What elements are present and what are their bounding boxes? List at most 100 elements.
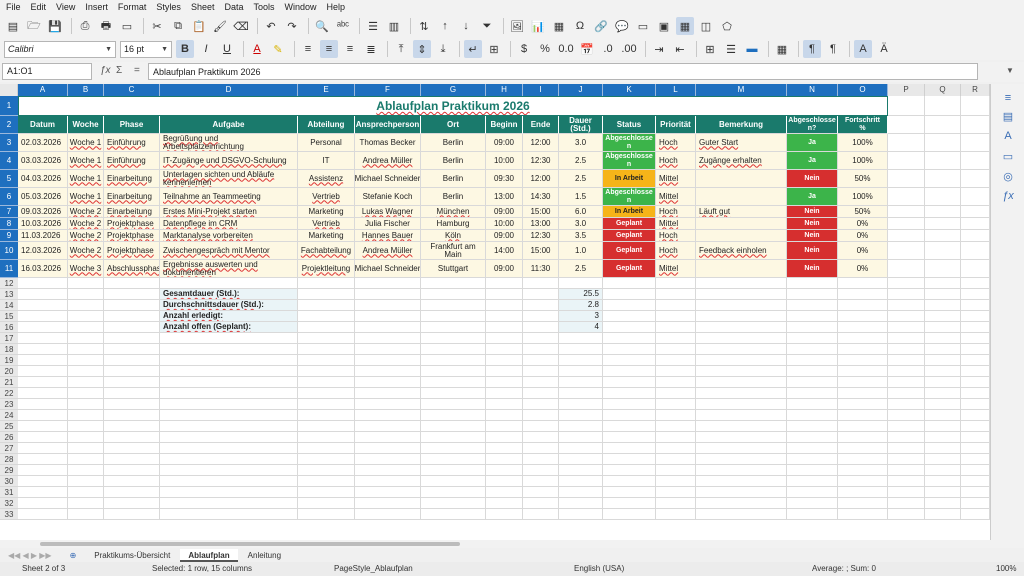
empty-cell[interactable] xyxy=(298,278,355,289)
empty-cell[interactable] xyxy=(298,487,355,498)
empty-cell[interactable] xyxy=(888,322,925,333)
empty-cell[interactable] xyxy=(603,278,656,289)
functions-icon[interactable]: ƒx xyxy=(1001,190,1015,204)
empty-cell[interactable] xyxy=(18,487,68,498)
row-header[interactable]: 9 xyxy=(0,230,18,242)
data-cell[interactable]: Berlin xyxy=(421,134,486,152)
empty-cell[interactable] xyxy=(18,388,68,399)
language[interactable]: English (USA) xyxy=(574,564,624,573)
empty-cell[interactable] xyxy=(656,509,696,520)
empty-cell[interactable] xyxy=(656,399,696,410)
empty-cell[interactable] xyxy=(925,333,961,344)
empty-cell[interactable] xyxy=(787,410,838,421)
empty-cell[interactable] xyxy=(787,366,838,377)
completed-badge[interactable]: Nein xyxy=(787,230,838,242)
data-cell[interactable]: 2.5 xyxy=(559,260,603,278)
conditional-format-icon[interactable]: ▦ xyxy=(773,40,791,58)
summary-value[interactable]: 25.5 xyxy=(559,289,603,300)
empty-cell[interactable] xyxy=(355,509,421,520)
data-cell[interactable]: 05.03.2026 xyxy=(18,188,68,206)
increase-indent-icon[interactable]: ⇥ xyxy=(650,40,668,58)
image-icon[interactable]: 🖼 xyxy=(508,17,526,35)
empty-cell[interactable] xyxy=(421,377,486,388)
align-top-icon[interactable]: ⤒ xyxy=(392,40,410,58)
data-cell[interactable]: Teilnahme an Teammeeting xyxy=(160,188,298,206)
empty-cell[interactable] xyxy=(961,388,990,399)
empty-cell[interactable] xyxy=(298,498,355,509)
empty-cell[interactable] xyxy=(160,432,298,443)
empty-cell[interactable] xyxy=(104,377,160,388)
data-cell[interactable]: 09:00 xyxy=(486,134,523,152)
empty-cell[interactable] xyxy=(486,311,523,322)
data-cell[interactable]: 100% xyxy=(838,188,888,206)
data-cell[interactable]: Berlin xyxy=(421,188,486,206)
empty-cell[interactable] xyxy=(888,311,925,322)
empty-cell[interactable] xyxy=(160,399,298,410)
empty-cell[interactable] xyxy=(888,333,925,344)
empty-cell[interactable] xyxy=(656,388,696,399)
data-cell[interactable]: Andrea Müller xyxy=(355,242,421,260)
empty-cell[interactable] xyxy=(961,278,990,289)
empty-cell[interactable] xyxy=(603,322,656,333)
empty-cell[interactable] xyxy=(421,388,486,399)
empty-cell[interactable] xyxy=(18,399,68,410)
column-title-cell[interactable]: Bemerkung xyxy=(696,116,787,134)
empty-cell[interactable] xyxy=(523,476,559,487)
align-left-icon[interactable]: ≡ xyxy=(299,40,317,58)
column-header-r[interactable]: R xyxy=(961,84,990,96)
comment-icon[interactable]: 💬 xyxy=(613,17,631,35)
data-cell[interactable]: 0% xyxy=(838,260,888,278)
empty-cell[interactable] xyxy=(787,322,838,333)
empty-cell[interactable] xyxy=(888,443,925,454)
empty-cell[interactable] xyxy=(486,443,523,454)
empty-cell[interactable] xyxy=(523,410,559,421)
empty-cell[interactable] xyxy=(104,366,160,377)
empty-cell[interactable] xyxy=(603,487,656,498)
empty-cell[interactable] xyxy=(104,322,160,333)
data-cell[interactable]: 100% xyxy=(838,134,888,152)
empty-cell[interactable] xyxy=(888,388,925,399)
empty-cell[interactable] xyxy=(603,443,656,454)
data-cell[interactable]: 12:30 xyxy=(523,152,559,170)
empty-cell[interactable] xyxy=(523,355,559,366)
empty-cell[interactable] xyxy=(961,311,990,322)
empty-cell[interactable] xyxy=(486,289,523,300)
data-cell[interactable]: 14:30 xyxy=(523,188,559,206)
empty-cell[interactable] xyxy=(68,399,104,410)
empty-cell[interactable] xyxy=(696,509,787,520)
row-header[interactable]: 5 xyxy=(0,170,18,188)
empty-cell[interactable] xyxy=(486,465,523,476)
empty-cell[interactable] xyxy=(355,454,421,465)
empty-cell[interactable] xyxy=(104,388,160,399)
column-title-cell[interactable]: Phase xyxy=(104,116,160,134)
empty-cell[interactable] xyxy=(160,465,298,476)
empty-cell[interactable] xyxy=(961,170,990,188)
column-header-d[interactable]: D xyxy=(160,84,298,96)
empty-cell[interactable] xyxy=(961,134,990,152)
column-header-p[interactable]: P xyxy=(888,84,925,96)
empty-cell[interactable] xyxy=(603,366,656,377)
sum-info[interactable]: Average: ; Sum: 0 xyxy=(812,564,876,573)
empty-cell[interactable] xyxy=(888,96,925,116)
empty-cell[interactable] xyxy=(838,366,888,377)
add-decimal-icon[interactable]: .0 xyxy=(599,40,617,58)
empty-cell[interactable] xyxy=(603,476,656,487)
empty-cell[interactable] xyxy=(68,454,104,465)
empty-cell[interactable] xyxy=(961,377,990,388)
empty-cell[interactable] xyxy=(523,344,559,355)
decrease-indent-icon[interactable]: ⇤ xyxy=(671,40,689,58)
empty-cell[interactable] xyxy=(888,116,925,134)
empty-cell[interactable] xyxy=(355,289,421,300)
empty-cell[interactable] xyxy=(68,476,104,487)
data-cell[interactable]: Vertrieb xyxy=(298,218,355,230)
export-pdf-icon[interactable]: ⎙ xyxy=(76,17,94,35)
data-cell[interactable]: 12:30 xyxy=(523,230,559,242)
empty-cell[interactable] xyxy=(696,432,787,443)
empty-cell[interactable] xyxy=(961,289,990,300)
border-color-icon[interactable]: ▬ xyxy=(743,40,761,58)
data-cell[interactable]: München xyxy=(421,206,486,218)
empty-cell[interactable] xyxy=(160,344,298,355)
menu-item-edit[interactable]: Edit xyxy=(31,2,47,12)
empty-cell[interactable] xyxy=(961,366,990,377)
empty-cell[interactable] xyxy=(603,388,656,399)
